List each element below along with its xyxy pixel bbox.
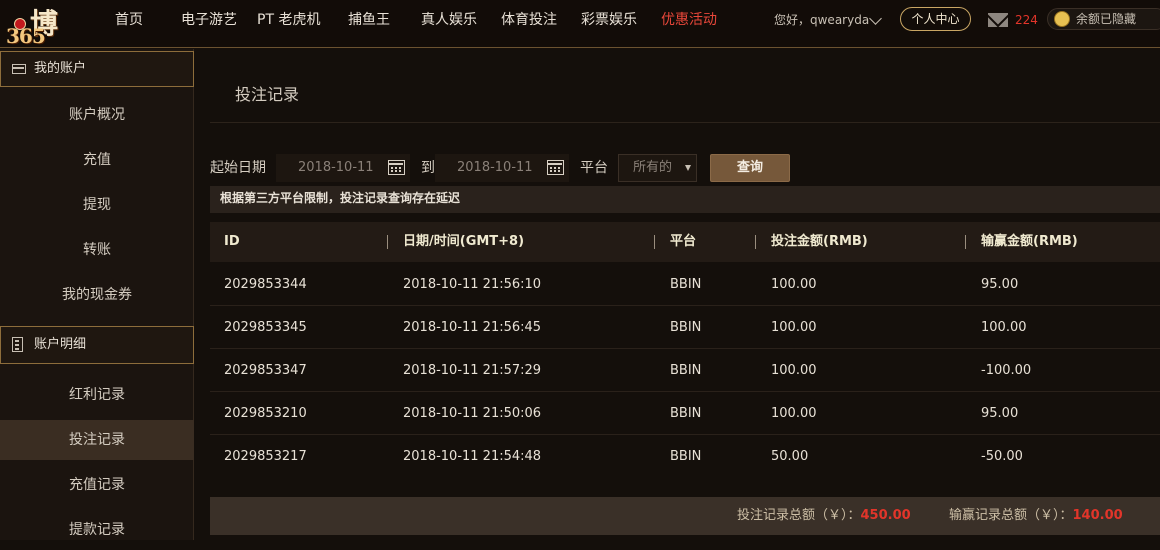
table-row: 2029853217 2018-10-11 21:54:48 BBIN 50.0…: [210, 435, 1160, 478]
bet-total-label: 投注记录总额（￥）：: [737, 508, 861, 523]
balance-toggle[interactable]: 余额已隐藏: [1047, 8, 1160, 30]
cell-datetime: 2018-10-11 21:54:48: [403, 449, 542, 464]
sidebar-section-account-details[interactable]: 账户明细: [0, 326, 194, 364]
cell-platform: BBIN: [670, 277, 702, 292]
start-date-input[interactable]: 2018-10-11: [276, 154, 410, 182]
sidebar-section-label: 我的账户: [34, 61, 87, 76]
sidebar-item-transfer[interactable]: 转账: [0, 230, 194, 270]
platform-select-value: 所有的: [633, 160, 673, 175]
cell-datetime: 2018-10-11 21:56:45: [403, 320, 542, 335]
cell-platform: BBIN: [670, 406, 702, 421]
cell-datetime: 2018-10-11 21:57:29: [403, 363, 542, 378]
cell-win-loss: 95.00: [981, 406, 1019, 421]
platform-select[interactable]: 所有的: [618, 154, 697, 182]
dropdown-arrow-icon: [685, 165, 691, 171]
card-icon: [12, 64, 26, 74]
col-header-platform: 平台: [670, 234, 697, 249]
balance-text: 余额已隐藏: [1076, 12, 1137, 26]
table-row: 2029853345 2018-10-11 21:56:45 BBIN 100.…: [210, 306, 1160, 349]
cell-win-loss: -50.00: [981, 449, 1023, 464]
start-date-label: 起始日期: [210, 160, 266, 176]
nav-fishing[interactable]: 捕鱼王: [348, 0, 390, 40]
user-center-button[interactable]: 个人中心: [900, 7, 971, 31]
sidebar-item-bonus-records[interactable]: 红利记录: [0, 375, 194, 415]
cell-bet-amount: 100.00: [771, 406, 817, 421]
nav-lottery[interactable]: 彩票娱乐: [581, 0, 637, 40]
calendar-icon[interactable]: [547, 160, 564, 175]
nav-pt-slots[interactable]: PT 老虎机: [257, 0, 320, 40]
cell-platform: BBIN: [670, 449, 702, 464]
table-row: 2029853347 2018-10-11 21:57:29 BBIN 100.…: [210, 349, 1160, 392]
cell-win-loss: 100.00: [981, 320, 1027, 335]
win-total: 输赢记录总额（￥）：140.00: [949, 497, 1123, 535]
coin-icon: [1054, 11, 1070, 27]
col-header-win-loss: 输赢金额(RMB): [981, 234, 1078, 249]
user-greeting[interactable]: 您好，qwearyda: [774, 0, 869, 40]
to-label: 到: [421, 160, 435, 176]
cell-platform: BBIN: [670, 363, 702, 378]
table-header: ID 日期/时间(GMT+8) 平台 投注金额(RMB) 输赢金额(RMB): [210, 222, 1160, 262]
nav-home[interactable]: 首页: [115, 0, 143, 40]
nav-sports[interactable]: 体育投注: [501, 0, 557, 40]
cell-bet-amount: 100.00: [771, 277, 817, 292]
cell-bet-amount: 100.00: [771, 320, 817, 335]
sidebar-item-bet-records[interactable]: 投注记录: [0, 420, 194, 460]
sidebar-item-account-overview[interactable]: 账户概况: [0, 95, 194, 135]
cell-platform: BBIN: [670, 320, 702, 335]
col-divider: [654, 235, 655, 249]
win-total-value: 140.00: [1072, 508, 1123, 523]
chevron-down-icon[interactable]: [869, 12, 882, 25]
end-date-value: 2018-10-11: [457, 160, 533, 175]
cell-datetime: 2018-10-11 21:50:06: [403, 406, 542, 421]
col-header-datetime: 日期/时间(GMT+8): [403, 234, 525, 249]
logo-mark-bottom: 365: [6, 24, 46, 48]
cell-id: 2029853217: [224, 449, 307, 464]
sidebar-item-withdrawal-records[interactable]: 提款记录: [0, 510, 194, 550]
bet-total: 投注记录总额（￥）：450.00: [737, 497, 911, 535]
sidebar-item-withdraw[interactable]: 提现: [0, 185, 194, 225]
mail-count[interactable]: 224: [1015, 0, 1038, 40]
cell-datetime: 2018-10-11 21:56:10: [403, 277, 542, 292]
sidebar: 我的账户 账户概况 充值 提现 转账 我的现金券 账户明细 红利记录 投注记录 …: [0, 49, 194, 540]
bet-total-value: 450.00: [860, 508, 911, 523]
nav-promotions[interactable]: 优惠活动: [661, 0, 717, 40]
col-divider: [965, 235, 966, 249]
win-total-label: 输赢记录总额（￥）：: [949, 508, 1073, 523]
page-title: 投注记录: [235, 85, 300, 104]
top-bar: 博 365 首页 电子游艺 PT 老虎机 捕鱼王 真人娱乐 体育投注 彩票娱乐 …: [0, 0, 1160, 48]
cell-bet-amount: 100.00: [771, 363, 817, 378]
sidebar-section-label: 账户明细: [34, 337, 87, 352]
col-header-bet-amount: 投注金额(RMB): [771, 234, 868, 249]
nav-live-casino[interactable]: 真人娱乐: [421, 0, 477, 40]
table-row: 2029853344 2018-10-11 21:56:10 BBIN 100.…: [210, 263, 1160, 306]
cell-bet-amount: 50.00: [771, 449, 809, 464]
calculator-icon: [12, 337, 23, 352]
sidebar-item-deposit[interactable]: 充值: [0, 140, 194, 180]
col-divider: [755, 235, 756, 249]
sidebar-item-cash-vouchers[interactable]: 我的现金券: [0, 275, 194, 315]
cell-win-loss: -100.00: [981, 363, 1032, 378]
cell-id: 2029853344: [224, 277, 307, 292]
end-date-input[interactable]: 2018-10-11: [435, 154, 569, 182]
platform-label: 平台: [580, 160, 608, 176]
cell-win-loss: 95.00: [981, 277, 1019, 292]
sidebar-item-deposit-records[interactable]: 充值记录: [0, 465, 194, 505]
title-divider: [210, 122, 1160, 123]
query-button[interactable]: 查询: [710, 154, 790, 182]
nav-slots[interactable]: 电子游艺: [181, 0, 237, 40]
totals-footer: 投注记录总额（￥）：450.00 输赢记录总额（￥）：140.00: [210, 497, 1160, 535]
start-date-value: 2018-10-11: [298, 160, 374, 175]
site-logo[interactable]: 博 365: [2, 2, 84, 48]
mail-icon[interactable]: [988, 13, 1008, 27]
table-row: 2029853210 2018-10-11 21:50:06 BBIN 100.…: [210, 392, 1160, 435]
cell-id: 2029853345: [224, 320, 307, 335]
calendar-icon[interactable]: [388, 160, 405, 175]
sidebar-section-my-account[interactable]: 我的账户: [0, 51, 194, 87]
col-header-id: ID: [224, 234, 240, 249]
cell-id: 2029853210: [224, 406, 307, 421]
cell-id: 2029853347: [224, 363, 307, 378]
col-divider: [387, 235, 388, 249]
delay-notice: 根据第三方平台限制，投注记录查询存在延迟: [210, 186, 1160, 213]
